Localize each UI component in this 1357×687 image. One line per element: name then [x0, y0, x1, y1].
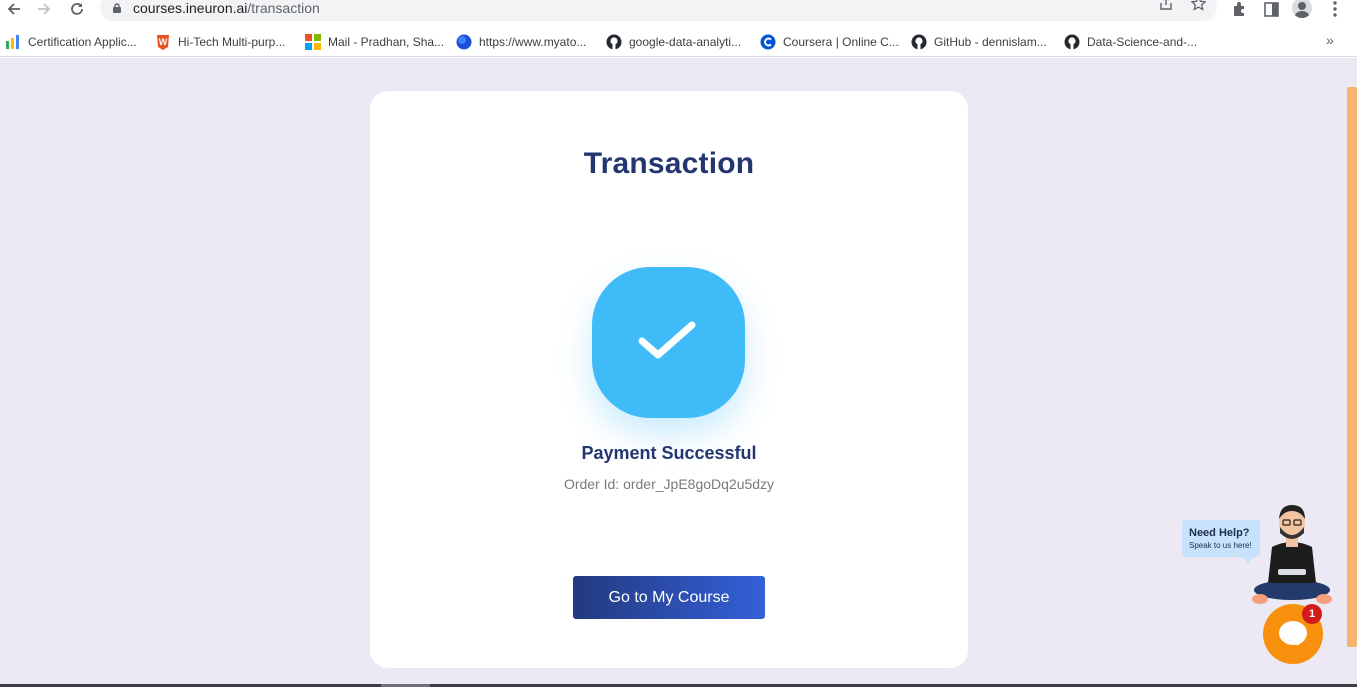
coursera-favicon [760, 34, 776, 50]
bookmark-label: Mail - Pradhan, Sha... [328, 35, 445, 49]
lock-icon [113, 3, 121, 13]
bookmark-label: google-data-analyti... [629, 35, 742, 49]
extensions-icon[interactable] [1229, 0, 1249, 18]
help-title: Need Help? [1189, 527, 1250, 539]
bookmark-label: Hi-Tech Multi-purp... [178, 35, 286, 49]
bookmark-label: GitHub - dennislam... [934, 35, 1047, 49]
scrollbar[interactable] [1347, 87, 1357, 647]
bookmark-label: Data-Science-and-... [1087, 35, 1198, 49]
forward-button[interactable] [35, 0, 53, 18]
url-domain: courses.ineuron.ai [133, 0, 248, 16]
help-bubble[interactable]: Need Help? Speak to us here! [1182, 520, 1260, 564]
bookmark-item[interactable]: google-data-analyti... [606, 32, 741, 52]
bookmark-item[interactable]: Mail - Pradhan, Sha... [305, 32, 444, 52]
bar-chart-favicon [5, 34, 21, 50]
url-path: /transaction [247, 0, 320, 16]
help-subtitle: Speak to us here! [1189, 541, 1252, 550]
bookmark-label: Certification Applic... [28, 35, 137, 49]
bookmark-item[interactable]: Certification Applic... [5, 32, 137, 52]
reload-button[interactable] [68, 0, 86, 18]
go-to-my-course-button[interactable]: Go to My Course [573, 576, 765, 619]
reload-icon [71, 3, 83, 15]
bookmark-label: https://www.myato... [479, 35, 587, 49]
blue-circle-favicon [456, 34, 472, 50]
side-panel-icon[interactable] [1261, 0, 1281, 18]
address-bar[interactable]: courses.ineuron.ai/transaction [100, 0, 1217, 21]
order-id: Order Id: order_JpE8goDq2u5dzy [563, 476, 775, 492]
checkmark-icon [638, 321, 696, 359]
microsoft-favicon [305, 34, 321, 50]
bookmarks-bar: Certification Applic... W Hi-Tech Multi-… [0, 29, 1357, 57]
github-favicon [911, 34, 927, 50]
bookmark-item[interactable]: Coursera | Online C... [760, 32, 899, 52]
bookmark-label: Coursera | Online C... [783, 35, 899, 49]
profile-avatar[interactable] [1292, 0, 1312, 18]
browser-toolbar: courses.ineuron.ai/transaction [0, 0, 1357, 22]
menu-icon[interactable] [1325, 0, 1345, 18]
payment-status: Payment Successful [581, 443, 757, 463]
bookmark-item[interactable]: Data-Science-and-... [1064, 32, 1197, 52]
support-mascot-icon[interactable] [1250, 503, 1334, 605]
notification-badge: 1 [1302, 604, 1322, 624]
share-icon[interactable] [1157, 0, 1175, 12]
url-text: courses.ineuron.ai/transaction [133, 0, 320, 16]
page-title: Transaction [583, 147, 755, 180]
transaction-card: Transaction Payment Successful Order Id:… [370, 91, 968, 668]
star-icon[interactable] [1189, 0, 1207, 12]
w-favicon: W [155, 34, 171, 50]
arrow-left-icon [7, 3, 20, 15]
more-bookmarks-button[interactable]: » [1326, 32, 1334, 48]
bookmark-item[interactable]: W Hi-Tech Multi-purp... [155, 32, 285, 52]
svg-text:W: W [159, 37, 168, 47]
bookmark-item[interactable]: GitHub - dennislam... [911, 32, 1047, 52]
github-favicon [1064, 34, 1080, 50]
arrow-right-icon [38, 3, 51, 15]
bookmark-item[interactable]: https://www.myato... [456, 32, 586, 52]
back-button[interactable] [5, 0, 23, 18]
success-badge [592, 267, 745, 418]
github-favicon [606, 34, 622, 50]
